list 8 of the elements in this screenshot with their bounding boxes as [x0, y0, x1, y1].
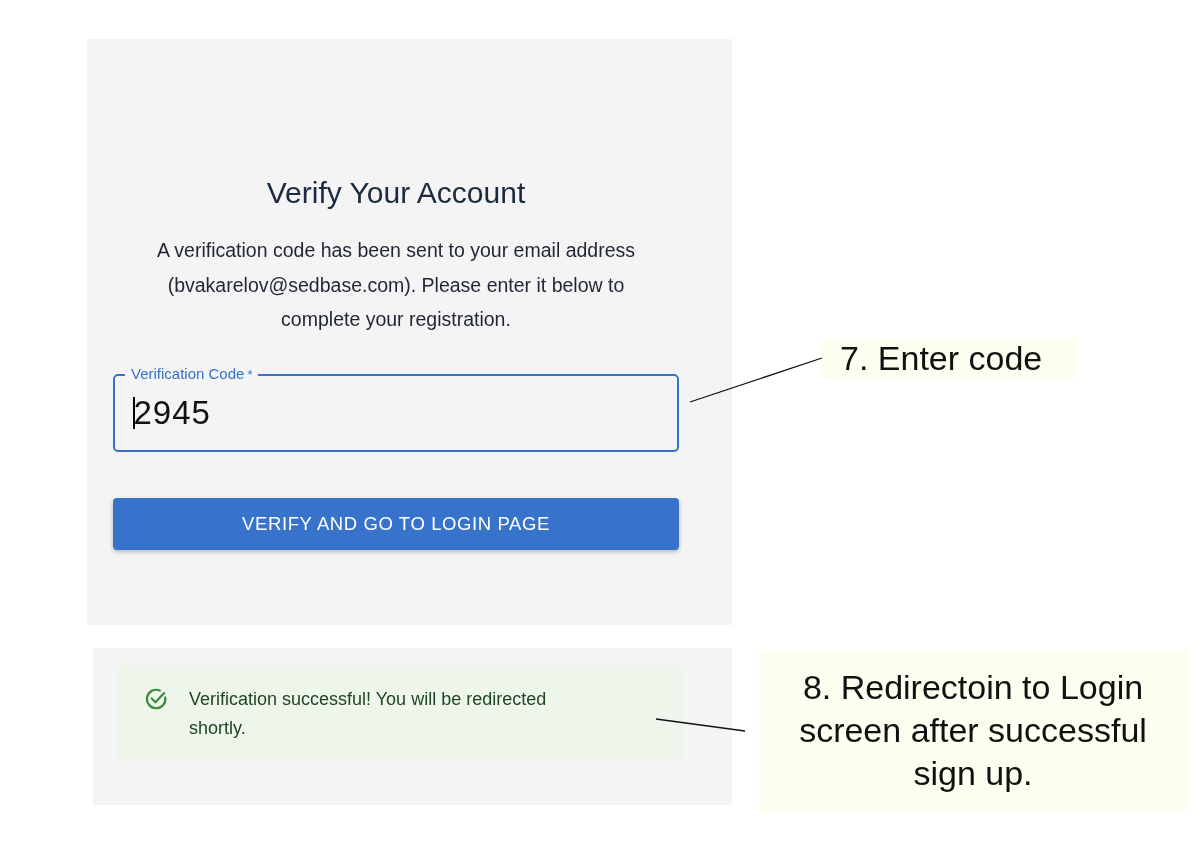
- page-title: Verify Your Account: [266, 175, 526, 211]
- field-value: 2945: [133, 393, 211, 432]
- verify-button[interactable]: VERIFY AND GO TO LOGIN PAGE: [113, 497, 679, 550]
- alert-message: Verification successful! You will be redirected shortly.: [189, 688, 548, 740]
- annotation-note: 8. Redirectoin to Login screen after successful sign up.: [759, 650, 1187, 812]
- check-circle-icon: [143, 686, 169, 712]
- instruction-text: A verification code has been sent to your email address (bvakarelov@sedbase.com). Please enter it below to complete your registration.: [156, 238, 636, 332]
- annotation-note: 7. Enter code: [822, 338, 1078, 378]
